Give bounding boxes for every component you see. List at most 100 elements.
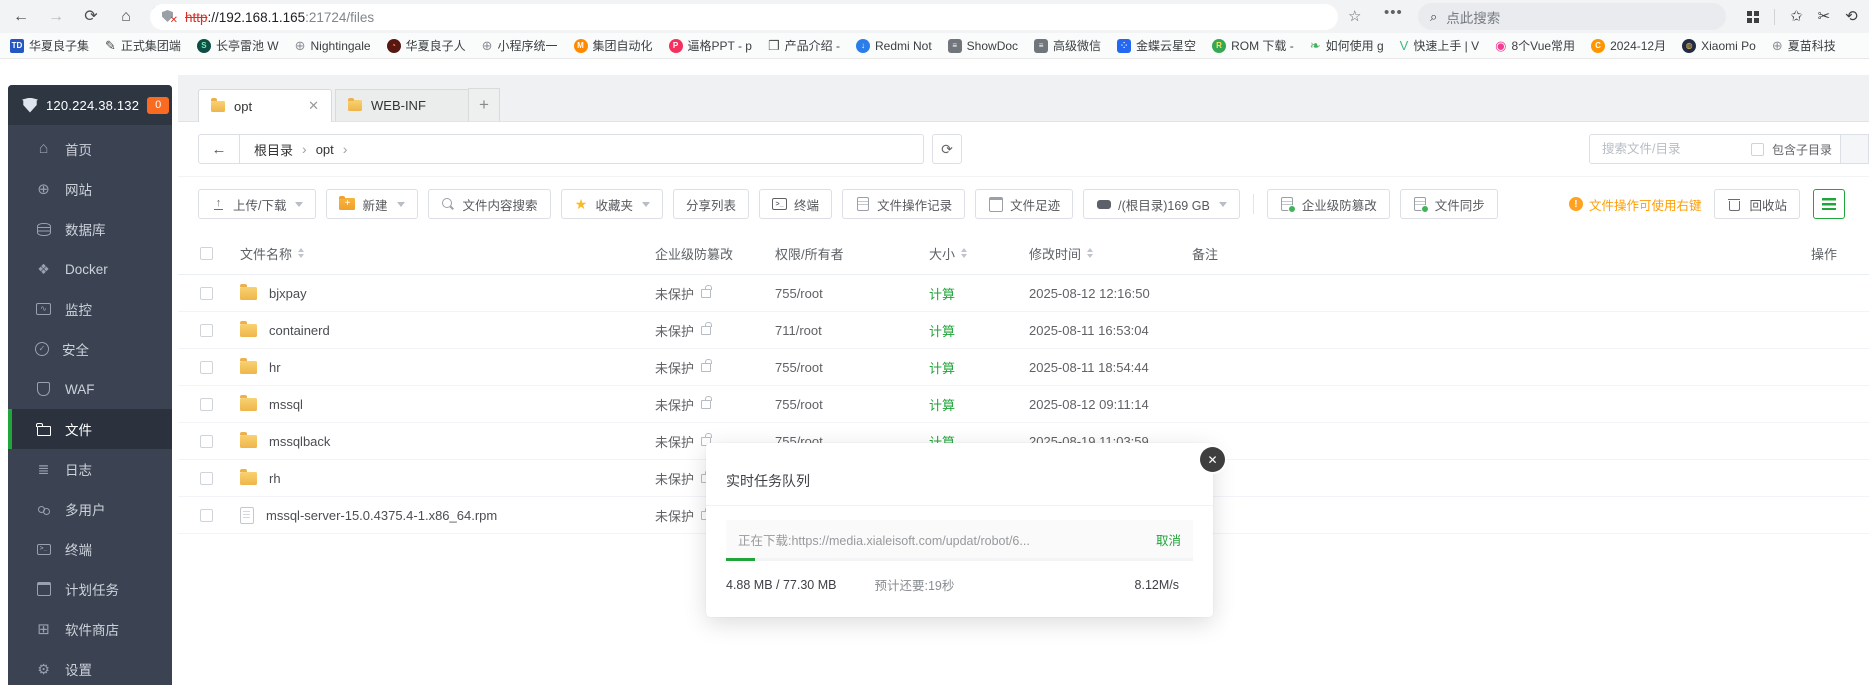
more-options-icon[interactable]: •••: [1384, 4, 1403, 21]
table-row[interactable]: bjxpay 未保护 755/root 计算 2025-08-12 12:16:…: [178, 275, 1869, 312]
bookmark-item[interactable]: ◔ 华夏良子人: [386, 37, 466, 54]
reload-icon[interactable]: ⟳: [82, 8, 100, 25]
toolbar-button[interactable]: 收藏夹: [560, 189, 664, 219]
bookmark-item[interactable]: V 快速上手 | V: [1400, 37, 1479, 54]
server-header[interactable]: 120.224.38.132 0: [8, 85, 172, 125]
bookmark-item[interactable]: R ROM 下载 -: [1212, 37, 1294, 54]
sidebar-item[interactable]: 终端: [8, 529, 172, 569]
file-name[interactable]: mssql-server-15.0.4375.4-1.x86_64.rpm: [266, 508, 497, 523]
apps-grid-icon[interactable]: [1747, 10, 1759, 23]
toolbar-button[interactable]: 文件操作记录: [842, 189, 966, 219]
sidebar-item[interactable]: 网站: [8, 169, 172, 209]
table-row[interactable]: mssql 未保护 755/root 计算 2025-08-12 09:11:1…: [178, 386, 1869, 423]
new-tab-button[interactable]: +: [468, 88, 500, 121]
row-checkbox[interactable]: [200, 323, 213, 337]
row-checkbox[interactable]: [200, 360, 213, 374]
bookmark-item[interactable]: ❧ 如何使用 g: [1310, 37, 1384, 54]
size-calculate-link[interactable]: 计算: [929, 321, 1029, 340]
file-tab[interactable]: WEB-INF ✕: [335, 89, 469, 121]
breadcrumb-root[interactable]: 根目录: [254, 140, 293, 159]
bookmark-item[interactable]: P 逼格PPT - p: [668, 37, 752, 54]
bookmark-item[interactable]: ⁘ 金蝶云星空: [1117, 37, 1196, 54]
col-name[interactable]: 文件名称: [240, 244, 292, 263]
sidebar-item[interactable]: 首页: [8, 129, 172, 169]
file-name[interactable]: containerd: [269, 323, 330, 338]
insecure-shield-icon[interactable]: ✕: [162, 10, 178, 26]
bookmark-item[interactable]: ❒ 产品介绍 -: [768, 37, 840, 54]
file-name[interactable]: rh: [269, 471, 281, 486]
file-name[interactable]: mssql: [269, 397, 303, 412]
toolbar-button[interactable]: 上传/下载: [198, 189, 317, 219]
size-calculate-link[interactable]: 计算: [929, 284, 1029, 303]
sidebar-item[interactable]: 软件商店: [8, 609, 172, 649]
toolbar-button[interactable]: 企业级防篡改: [1266, 189, 1390, 219]
list-view-toggle[interactable]: [1813, 189, 1845, 219]
select-all-checkbox[interactable]: [200, 246, 213, 260]
toolbar-button[interactable]: 分享列表: [673, 189, 750, 219]
quick-search-box[interactable]: ⌕ 点此搜索: [1418, 3, 1726, 30]
file-tab[interactable]: opt ✕: [198, 89, 332, 122]
col-mtime[interactable]: 修改时间: [1029, 244, 1081, 263]
back-icon[interactable]: ←: [12, 8, 30, 25]
sidebar-item[interactable]: Docker: [8, 249, 172, 289]
favorites-edit-icon[interactable]: ✩: [1790, 9, 1803, 24]
sidebar-item[interactable]: 数据库: [8, 209, 172, 249]
bookmark-item[interactable]: C 2024-12月: [1591, 37, 1666, 54]
bookmark-star-icon[interactable]: ☆: [1348, 7, 1361, 25]
toolbar-button[interactable]: 文件同步: [1399, 189, 1498, 219]
refresh-directory-button[interactable]: ⟳: [932, 134, 962, 164]
scissors-icon[interactable]: ✂: [1818, 9, 1831, 24]
sidebar-item[interactable]: 日志: [8, 449, 172, 489]
bookmark-item[interactable]: M 集团自动化: [573, 37, 653, 54]
toolbar-button[interactable]: 终端: [759, 189, 833, 219]
sidebar-item[interactable]: 安全: [8, 329, 172, 369]
size-calculate-link[interactable]: 计算: [929, 395, 1029, 414]
bookmark-item[interactable]: ◍ Xiaomi Po: [1682, 38, 1756, 53]
row-checkbox[interactable]: [200, 508, 213, 522]
message-count-badge[interactable]: 0: [147, 96, 170, 114]
bookmark-item[interactable]: ⊕ 小程序统一: [482, 37, 558, 54]
search-button-clipped[interactable]: [1841, 134, 1869, 164]
bookmark-item[interactable]: TD 华夏良子集: [10, 37, 89, 54]
address-bar[interactable]: ✕ http://192.168.1.165:21724/files: [150, 4, 1338, 30]
sort-icon[interactable]: [1087, 248, 1094, 258]
sidebar-item[interactable]: 计划任务: [8, 569, 172, 609]
tab-close-icon[interactable]: ✕: [308, 98, 319, 114]
cancel-download-link[interactable]: 取消: [1156, 530, 1181, 549]
file-name[interactable]: hr: [269, 360, 281, 375]
sidebar-item[interactable]: 设置: [8, 649, 172, 689]
toolbar-button[interactable]: 文件足迹: [975, 189, 1074, 219]
row-checkbox[interactable]: [200, 397, 213, 411]
bookmark-item[interactable]: ↓ Redmi Not: [855, 38, 932, 53]
sidebar-item[interactable]: 多用户: [8, 489, 172, 529]
row-checkbox[interactable]: [200, 286, 213, 300]
bookmark-item[interactable]: S 长亭雷池 W: [196, 37, 279, 54]
bookmark-item[interactable]: ✎ 正式集团端: [105, 37, 181, 54]
forward-icon[interactable]: →: [47, 8, 65, 25]
recycle-bin-button[interactable]: 回收站: [1714, 189, 1800, 219]
row-checkbox[interactable]: [200, 434, 213, 448]
toolbar-button[interactable]: /(根目录)169 GB: [1083, 189, 1240, 219]
subdir-checkbox[interactable]: [1750, 142, 1764, 156]
bookmark-item[interactable]: ⊕ 夏苗科技: [1772, 37, 1836, 54]
breadcrumb-current[interactable]: opt: [316, 142, 334, 157]
size-calculate-link[interactable]: 计算: [929, 358, 1029, 377]
bookmark-item[interactable]: ≡ 高级微信: [1034, 37, 1101, 54]
sort-icon[interactable]: [298, 248, 305, 258]
sidebar-item[interactable]: 文件: [8, 409, 172, 449]
row-checkbox[interactable]: [200, 471, 213, 485]
table-row[interactable]: containerd 未保护 711/root 计算 2025-08-11 16…: [178, 312, 1869, 349]
toolbar-button[interactable]: 文件内容搜索: [427, 189, 551, 219]
col-size[interactable]: 大小: [929, 244, 955, 263]
sidebar-item[interactable]: 监控: [8, 289, 172, 329]
file-name[interactable]: mssqlback: [269, 434, 330, 449]
bookmark-item[interactable]: ◉ 8个Vue常用: [1495, 37, 1575, 54]
home-icon[interactable]: ⌂: [117, 8, 135, 25]
sidebar-item[interactable]: WAF: [8, 369, 172, 409]
file-search-input[interactable]: [1600, 141, 1743, 157]
sort-icon[interactable]: [961, 248, 968, 258]
table-row[interactable]: hr 未保护 755/root 计算 2025-08-11 18:54:44: [178, 349, 1869, 386]
file-name[interactable]: bjxpay: [269, 286, 307, 301]
bookmark-item[interactable]: ≡ ShowDoc: [947, 38, 1018, 53]
back-directory-icon[interactable]: ←: [199, 135, 240, 163]
